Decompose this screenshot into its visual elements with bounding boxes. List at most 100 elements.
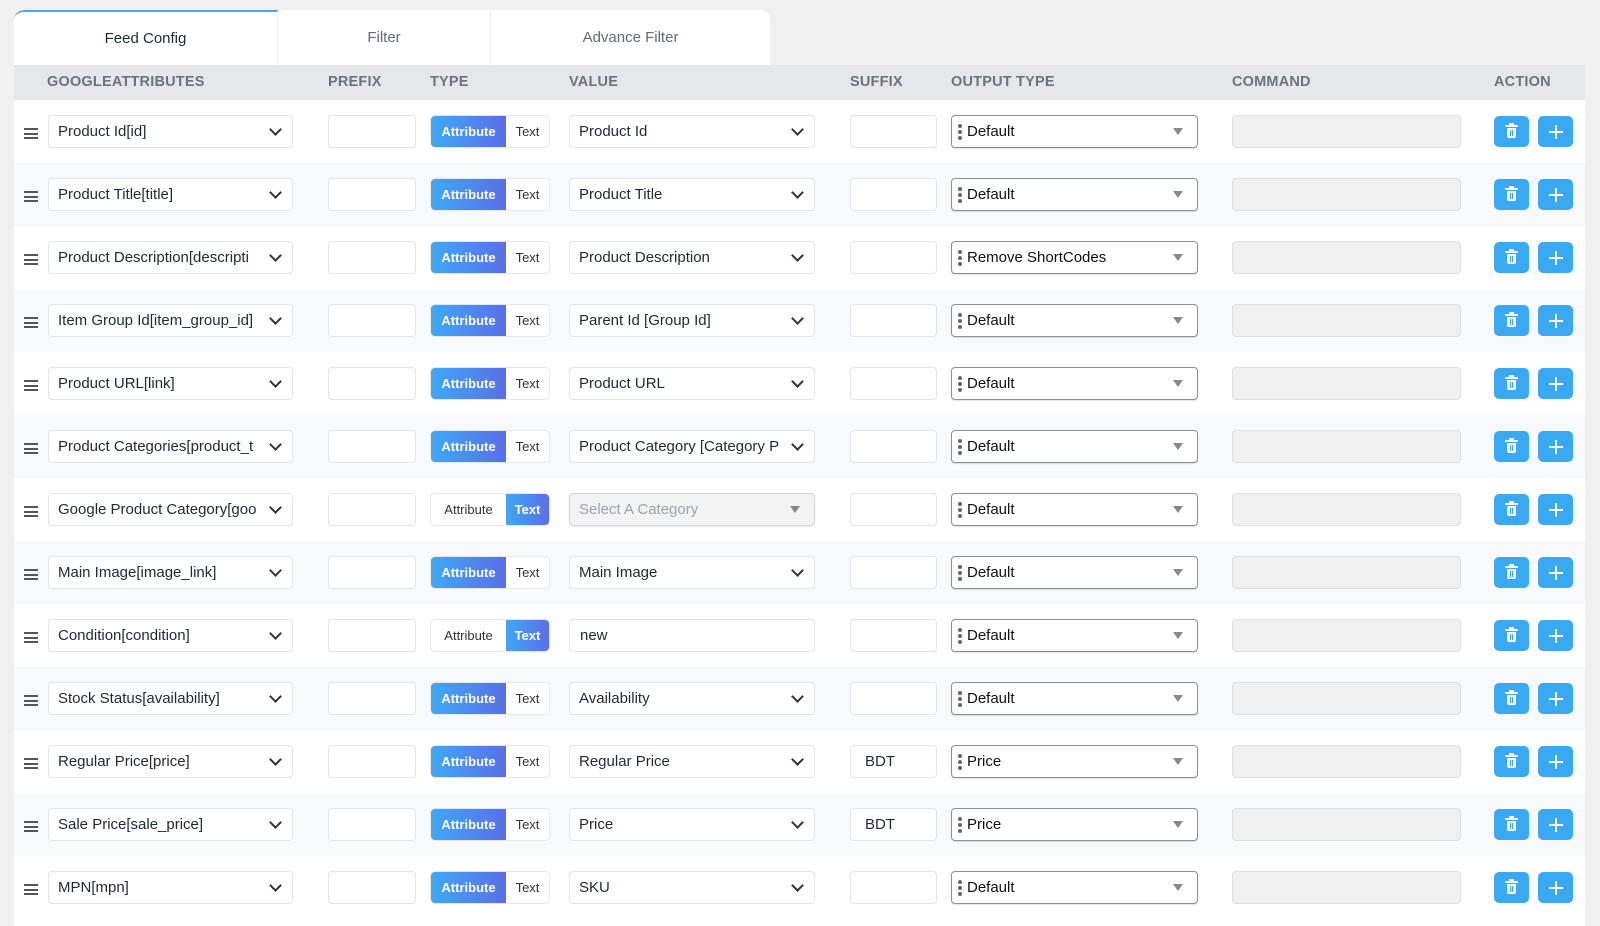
drag-handle-icon[interactable]: [24, 443, 38, 454]
command-input[interactable]: [1232, 304, 1461, 337]
tab-advance-filter[interactable]: Advance Filter: [491, 10, 770, 65]
google-attribute-select[interactable]: Product Id[id]: [48, 115, 293, 148]
prefix-input[interactable]: [328, 367, 416, 400]
value-select[interactable]: Product Description: [569, 241, 815, 274]
prefix-input[interactable]: [328, 430, 416, 463]
drag-handle-icon[interactable]: [24, 128, 38, 139]
type-attribute-button[interactable]: Attribute: [431, 683, 506, 714]
output-type-select[interactable]: Default: [951, 115, 1198, 148]
add-row-button[interactable]: [1538, 305, 1573, 336]
type-text-button[interactable]: Text: [506, 809, 549, 840]
command-input[interactable]: [1232, 619, 1461, 652]
delete-row-button[interactable]: [1494, 872, 1529, 903]
type-text-button[interactable]: Text: [506, 242, 549, 273]
delete-row-button[interactable]: [1494, 683, 1529, 714]
output-type-select[interactable]: Default: [951, 556, 1198, 589]
command-input[interactable]: [1232, 493, 1461, 526]
add-row-button[interactable]: [1538, 431, 1573, 462]
command-input[interactable]: [1232, 871, 1461, 904]
google-attribute-select[interactable]: Google Product Category[goo: [48, 493, 293, 526]
suffix-input[interactable]: [850, 115, 937, 148]
output-type-select[interactable]: Default: [951, 304, 1198, 337]
output-type-select[interactable]: Default: [951, 682, 1198, 715]
type-attribute-button[interactable]: Attribute: [431, 116, 506, 147]
value-select[interactable]: Main Image: [569, 556, 815, 589]
value-select[interactable]: Regular Price: [569, 745, 815, 778]
add-row-button[interactable]: [1538, 494, 1573, 525]
prefix-input[interactable]: [328, 556, 416, 589]
type-attribute-button[interactable]: Attribute: [431, 431, 506, 462]
prefix-input[interactable]: [328, 241, 416, 274]
type-attribute-button[interactable]: Attribute: [431, 809, 506, 840]
drag-handle-icon[interactable]: [24, 632, 38, 643]
delete-row-button[interactable]: [1494, 431, 1529, 462]
command-input[interactable]: [1232, 178, 1461, 211]
drag-handle-icon[interactable]: [24, 380, 38, 391]
type-text-button[interactable]: Text: [506, 116, 549, 147]
output-type-select[interactable]: Default: [951, 493, 1198, 526]
output-type-select[interactable]: Default: [951, 178, 1198, 211]
type-attribute-button[interactable]: Attribute: [431, 179, 506, 210]
output-type-select[interactable]: Default: [951, 367, 1198, 400]
suffix-input[interactable]: [850, 493, 937, 526]
drag-handle-icon[interactable]: [24, 884, 38, 895]
drag-handle-icon[interactable]: [24, 569, 38, 580]
google-attribute-select[interactable]: MPN[mpn]: [48, 871, 293, 904]
output-type-select[interactable]: Default: [951, 619, 1198, 652]
value-select[interactable]: Price: [569, 808, 815, 841]
google-attribute-select[interactable]: Regular Price[price]: [48, 745, 293, 778]
add-row-button[interactable]: [1538, 179, 1573, 210]
drag-handle-icon[interactable]: [24, 695, 38, 706]
command-input[interactable]: [1232, 115, 1461, 148]
delete-row-button[interactable]: [1494, 179, 1529, 210]
drag-handle-icon[interactable]: [24, 506, 38, 517]
delete-row-button[interactable]: [1494, 620, 1529, 651]
drag-handle-icon[interactable]: [24, 821, 38, 832]
google-attribute-select[interactable]: Condition[condition]: [48, 619, 293, 652]
type-text-button[interactable]: Text: [506, 305, 549, 336]
suffix-input[interactable]: BDT: [850, 808, 937, 841]
command-input[interactable]: [1232, 556, 1461, 589]
value-select[interactable]: Product Id: [569, 115, 815, 148]
delete-row-button[interactable]: [1494, 746, 1529, 777]
type-attribute-button[interactable]: Attribute: [431, 305, 506, 336]
drag-handle-icon[interactable]: [24, 254, 38, 265]
command-input[interactable]: [1232, 430, 1461, 463]
google-attribute-select[interactable]: Product Description[descripti: [48, 241, 293, 274]
type-attribute-button[interactable]: Attribute: [431, 494, 506, 525]
tab-filter[interactable]: Filter: [278, 10, 491, 65]
output-type-select[interactable]: Price: [951, 808, 1198, 841]
command-input[interactable]: [1232, 745, 1461, 778]
value-select[interactable]: Product Category [Category P: [569, 430, 815, 463]
google-attribute-select[interactable]: Product Title[title]: [48, 178, 293, 211]
suffix-input[interactable]: [850, 871, 937, 904]
type-attribute-button[interactable]: Attribute: [431, 746, 506, 777]
suffix-input[interactable]: [850, 367, 937, 400]
suffix-input[interactable]: [850, 556, 937, 589]
tab-feed-config[interactable]: Feed Config: [14, 10, 278, 65]
add-row-button[interactable]: [1538, 116, 1573, 147]
add-row-button[interactable]: [1538, 620, 1573, 651]
value-select[interactable]: Product URL: [569, 367, 815, 400]
type-attribute-button[interactable]: Attribute: [431, 242, 506, 273]
type-text-button[interactable]: Text: [506, 368, 549, 399]
type-text-button[interactable]: Text: [506, 494, 549, 525]
delete-row-button[interactable]: [1494, 494, 1529, 525]
delete-row-button[interactable]: [1494, 368, 1529, 399]
output-type-select[interactable]: Price: [951, 745, 1198, 778]
type-attribute-button[interactable]: Attribute: [431, 872, 506, 903]
google-attribute-select[interactable]: Stock Status[availability]: [48, 682, 293, 715]
value-select[interactable]: SKU: [569, 871, 815, 904]
add-row-button[interactable]: [1538, 872, 1573, 903]
google-attribute-select[interactable]: Product URL[link]: [48, 367, 293, 400]
suffix-input[interactable]: [850, 619, 937, 652]
google-attribute-select[interactable]: Main Image[image_link]: [48, 556, 293, 589]
add-row-button[interactable]: [1538, 242, 1573, 273]
type-text-button[interactable]: Text: [506, 620, 549, 651]
google-attribute-select[interactable]: Product Categories[product_t: [48, 430, 293, 463]
command-input[interactable]: [1232, 367, 1461, 400]
type-text-button[interactable]: Text: [506, 683, 549, 714]
type-attribute-button[interactable]: Attribute: [431, 368, 506, 399]
value-select[interactable]: Availability: [569, 682, 815, 715]
type-text-button[interactable]: Text: [506, 872, 549, 903]
